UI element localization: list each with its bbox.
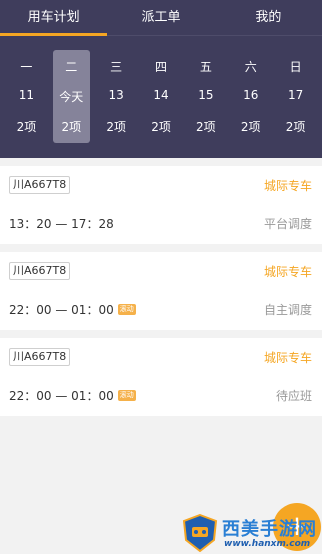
- task-count: 2项: [61, 120, 82, 134]
- tab-dispatch-order[interactable]: 派工单: [107, 0, 214, 35]
- task-count: 2项: [151, 120, 171, 134]
- date-label: 16: [243, 88, 259, 102]
- task-count: 2项: [16, 120, 37, 134]
- trip-list: 川A667T8 城际专车 13：20 — 17：28 平台调度 川A667T8 …: [0, 158, 322, 416]
- header: 用车计划 派工单 我的 一 11 2项 二 今天 2项 三 13 2项 四 14…: [0, 0, 322, 158]
- date-label: 11: [18, 88, 35, 102]
- time-range: 22：00 — 01：00: [9, 303, 114, 317]
- weekday-label: 一: [20, 60, 33, 74]
- date-label: 今天: [59, 90, 84, 104]
- task-count: 2项: [285, 120, 306, 134]
- week-calendar: 一 11 2项 二 今天 2项 三 13 2项 四 14 2项 五 15 2项 …: [0, 36, 322, 144]
- rolling-tag: 滚动: [117, 390, 136, 401]
- task-count: 2项: [106, 120, 126, 134]
- calendar-day-selected[interactable]: 二 今天 2项: [49, 50, 94, 144]
- date-label: 17: [287, 88, 304, 102]
- watermark-url: www.hanxm.com: [224, 539, 311, 549]
- weekday-label: 五: [199, 60, 212, 74]
- dispatch-status: 平台调度: [263, 217, 312, 231]
- watermark-shield-logo: [182, 514, 218, 552]
- trip-card[interactable]: 川A667T8 城际专车 22：00 — 01：00 滚动 自主调度: [0, 252, 322, 330]
- calendar-day[interactable]: 一 11 2项: [4, 50, 49, 144]
- tab-mine[interactable]: 我的: [215, 0, 322, 35]
- trip-time: 13：20 — 17：28: [9, 215, 114, 232]
- trip-card[interactable]: 川A667T8 城际专车 22：00 — 01：00 滚动 待应班: [0, 338, 322, 416]
- trip-type: 城际专车: [263, 351, 312, 365]
- dispatch-status: 待应班: [275, 389, 312, 403]
- task-count: 2项: [196, 120, 216, 134]
- calendar-day[interactable]: 四 14 2项: [139, 50, 184, 144]
- weekday-label: 三: [110, 60, 123, 74]
- watermark: 西美手游网 www.hanxm.com: [180, 512, 322, 554]
- trip-type: 城际专车: [263, 179, 312, 193]
- calendar-day[interactable]: 六 16 2项: [228, 50, 273, 144]
- time-range: 22：00 — 01：00: [9, 389, 114, 403]
- calendar-day[interactable]: 五 15 2项: [183, 50, 228, 144]
- plate-number: 川A667T8: [9, 348, 71, 366]
- weekday-label: 四: [155, 60, 168, 74]
- weekday-label: 二: [65, 60, 78, 74]
- trip-card[interactable]: 川A667T8 城际专车 13：20 — 17：28 平台调度: [0, 166, 322, 244]
- task-count: 2项: [240, 120, 261, 134]
- dispatch-status: 自主调度: [263, 303, 312, 317]
- plate-number: 川A667T8: [9, 262, 71, 280]
- tab-bar: 用车计划 派工单 我的: [0, 0, 322, 36]
- date-label: 13: [108, 88, 124, 102]
- calendar-day[interactable]: 三 13 2项: [94, 50, 139, 144]
- watermark-title: 西美手游网: [222, 519, 317, 540]
- trip-time: 22：00 — 01：00 滚动: [9, 387, 136, 404]
- tab-vehicle-plan[interactable]: 用车计划: [0, 0, 108, 36]
- rolling-tag: 滚动: [117, 304, 136, 315]
- date-label: 15: [198, 88, 214, 102]
- time-range: 13：20 — 17：28: [9, 217, 114, 231]
- date-label: 14: [153, 88, 169, 102]
- trip-type: 城际专车: [263, 265, 312, 279]
- weekday-label: 六: [244, 60, 257, 74]
- weekday-label: 日: [289, 60, 302, 74]
- plate-number: 川A667T8: [9, 176, 71, 194]
- trip-time: 22：00 — 01：00 滚动: [9, 301, 136, 318]
- calendar-day[interactable]: 日 17 2项: [273, 50, 318, 144]
